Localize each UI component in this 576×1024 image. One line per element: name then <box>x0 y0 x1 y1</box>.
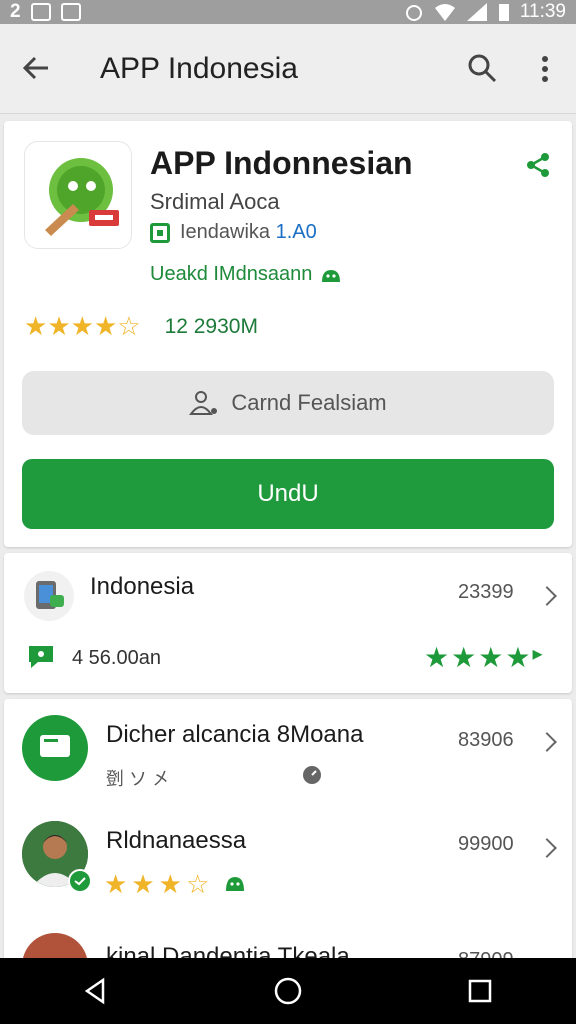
list-item-stars: ★ ★ ★ ☆ <box>104 869 247 900</box>
star-icon: ★ <box>158 869 182 899</box>
list-item-title: Dicher alcancia 8Moana <box>106 721 364 748</box>
list-item-count: 99900 <box>458 833 514 855</box>
more-options-icon[interactable] <box>530 54 560 84</box>
app-logo-icon <box>24 141 132 249</box>
info-count: 23399 <box>458 581 514 603</box>
chevron-right-icon[interactable] <box>537 586 557 606</box>
star-icon: ★ <box>424 642 450 673</box>
wifi-icon <box>434 4 455 21</box>
install-button-label: UndU <box>257 480 319 507</box>
star-icon: ★ <box>505 642 531 673</box>
alarm-icon <box>405 5 422 21</box>
app-bar: APP Indonesia <box>0 24 576 114</box>
install-button[interactable]: UndU <box>22 459 554 529</box>
meta-value: 1.A0 <box>275 221 317 243</box>
app-name: APP Indonnesian <box>150 145 413 181</box>
star-icon: ▸ <box>532 643 543 665</box>
image-icon <box>30 3 51 21</box>
half-star-icon: ☆ <box>185 869 210 899</box>
app-tag-row: Ueakd IMdnsaann <box>150 263 342 286</box>
app-tag: Ueakd IMdnsaann <box>150 263 313 285</box>
rating-stars: ★★★★☆ <box>24 311 141 342</box>
star-icon: ★ <box>131 869 155 899</box>
status-time: 11:39 <box>519 1 566 22</box>
star-icon: ★ <box>478 642 504 673</box>
star-icon: ★ <box>24 311 48 341</box>
info-subtext: 4 56.00an <box>72 647 161 669</box>
star-icon: ★ <box>451 642 477 673</box>
info-stars: ★ ★ ★ ★ ▸ <box>424 641 542 674</box>
device-icon <box>24 571 74 621</box>
nav-home-icon[interactable] <box>273 976 303 1006</box>
info-card[interactable]: Indonesia 23399 4 56.00an ★ ★ ★ ★ ▸ <box>4 553 572 693</box>
chat-app-icon <box>22 715 88 781</box>
search-icon[interactable] <box>466 52 498 84</box>
rating-count: 12 2930M <box>164 314 258 338</box>
secondary-action-button[interactable]: Carnd Fealsiam <box>22 371 554 435</box>
list-item-subtext: 㔁 ソ 㐅 <box>106 769 171 789</box>
share-icon[interactable] <box>524 151 552 179</box>
secondary-button-label: Carnd Fealsiam <box>231 390 387 415</box>
user-icon <box>189 391 218 415</box>
app-list-card: Dicher alcancia 8Moana 83906 㔁 ソ 㐅 Rldna… <box>4 699 572 969</box>
nav-back-icon[interactable] <box>81 976 111 1006</box>
app-icon <box>60 3 81 21</box>
star-icon: ★ <box>104 869 128 899</box>
battery-icon <box>498 4 509 21</box>
android-icon <box>226 877 245 891</box>
info-title: Indonesia <box>90 573 195 600</box>
chat-icon <box>29 646 53 668</box>
verified-badge-icon <box>68 869 92 893</box>
page-title: APP Indonesia <box>100 52 298 85</box>
half-star-icon: ☆ <box>117 311 141 341</box>
status-bar: 2 11:39 <box>0 0 576 24</box>
app-details-card: APP Indonnesian Srdimal Aoca Iendawika 1… <box>4 121 572 547</box>
chevron-right-icon[interactable] <box>537 732 557 752</box>
chevron-right-icon[interactable] <box>537 838 557 858</box>
system-nav-bar <box>0 958 576 1024</box>
nav-recents-icon[interactable] <box>465 976 495 1006</box>
list-item-count: 83906 <box>458 729 514 751</box>
android-icon <box>322 269 341 282</box>
rating-row: ★★★★☆ 12 2930M <box>24 311 258 342</box>
list-item[interactable]: Rldnanaessa 99900 ★ ★ ★ ☆ <box>4 809 572 919</box>
list-item-title: Rldnanaessa <box>106 827 247 854</box>
notification-icon: 2 <box>10 1 21 22</box>
list-item[interactable]: Dicher alcancia 8Moana 83906 㔁 ソ 㐅 <box>4 699 572 809</box>
star-icon: ★ <box>47 311 71 341</box>
signal-icon <box>466 3 487 21</box>
verified-badge-icon <box>150 222 170 243</box>
back-arrow-icon[interactable] <box>20 52 52 84</box>
star-icon: ★ <box>93 311 118 341</box>
meta-label: Iendawika <box>180 221 271 243</box>
developer-name[interactable]: Srdimal Aoca <box>150 189 280 215</box>
star-icon: ★ <box>70 311 94 341</box>
app-meta-row: Iendawika 1.A0 <box>150 221 317 244</box>
timer-icon <box>303 766 321 784</box>
